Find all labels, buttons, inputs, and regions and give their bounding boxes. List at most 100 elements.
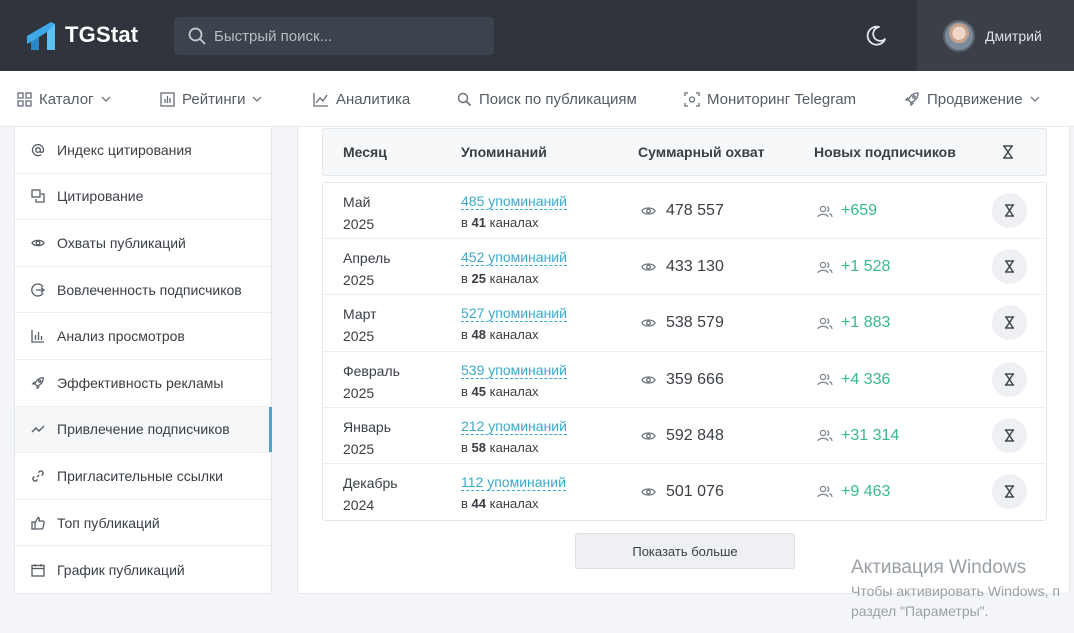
row-action-button[interactable] <box>992 417 1027 453</box>
chevron-down-icon <box>101 96 111 102</box>
reach-value: 359 666 <box>666 370 724 388</box>
nav-promotion[interactable]: Продвижение <box>904 71 1040 127</box>
channels-prefix: в <box>461 383 468 399</box>
quick-search[interactable] <box>174 17 494 55</box>
month-cell: Январь 2025 <box>343 416 433 460</box>
channels-suffix: каналах <box>489 383 539 399</box>
month-name: Январь <box>343 418 391 435</box>
month-name: Май <box>343 194 371 210</box>
nav-ratings[interactable]: Рейтинги <box>160 71 262 127</box>
hourglass-icon <box>1004 316 1015 330</box>
moon-icon[interactable] <box>864 24 888 48</box>
sidebar-item-label: Вовлеченность подписчиков <box>57 281 242 298</box>
channels-number: 58 <box>471 439 486 455</box>
logo[interactable]: TGStat <box>25 18 138 52</box>
channels-count: в 44 каналах <box>461 493 566 514</box>
mentions-link[interactable]: 112 упоминаний <box>461 473 566 491</box>
sidebar-item-engagement[interactable]: Вовлеченность подписчиков <box>15 267 271 314</box>
channels-prefix: в <box>461 495 468 511</box>
mentions-link[interactable]: 527 упоминаний <box>461 305 567 323</box>
sidebar-item-citation-index[interactable]: Индекс цитирования <box>15 127 271 174</box>
sidebar-item-label: Эффективность рекламы <box>57 374 224 391</box>
trend-icon <box>31 425 45 433</box>
bar-chart-icon <box>31 330 44 343</box>
sidebar-item-citation[interactable]: Цитирование <box>15 174 271 221</box>
sidebar-item-invite-links[interactable]: Пригласительные ссылки <box>15 453 271 500</box>
mentions-link[interactable]: 539 упоминаний <box>461 361 567 379</box>
table-header: Месяц Упоминаний Суммарный охват Новых п… <box>322 128 1047 176</box>
row-action-button[interactable] <box>992 473 1027 509</box>
nav-monitoring[interactable]: Мониторинг Telegram <box>684 71 856 127</box>
eye-icon <box>641 375 656 384</box>
hourglass-icon <box>1004 260 1015 273</box>
nav-post-search[interactable]: Поиск по публикациям <box>457 71 637 127</box>
eye-icon <box>31 239 45 247</box>
at-icon <box>31 143 45 156</box>
table-row: Январь 2025 212 упоминаний в 58 каналах 592 … <box>323 408 1046 464</box>
table-row: Май 2025 485 упоминаний в 41 каналах 478 557… <box>323 183 1046 240</box>
row-action-button[interactable] <box>992 193 1027 228</box>
month-cell: Декабрь 2024 <box>343 472 433 516</box>
channels-prefix: в <box>461 271 468 287</box>
column-reach: Суммарный охват <box>638 144 765 160</box>
content-panel: Месяц Упоминаний Суммарный охват Новых п… <box>297 127 1070 594</box>
mentions-cell: 539 упоминаний в 45 каналах <box>461 360 567 402</box>
hourglass-icon <box>1003 145 1013 159</box>
channels-count: в 25 каналах <box>461 268 567 289</box>
search-input[interactable] <box>214 27 484 45</box>
month-year: 2025 <box>343 216 375 232</box>
column-mentions: Упоминаний <box>461 144 547 160</box>
sidebar-item-label: Охваты публикаций <box>57 234 186 251</box>
mentions-link[interactable]: 212 упоминаний <box>461 417 567 435</box>
eye-icon <box>641 432 656 440</box>
nav-catalog[interactable]: Каталог <box>17 71 111 127</box>
column-month: Месяц <box>343 144 387 160</box>
sidebar-item-views-analysis[interactable]: Анализ просмотров <box>15 313 271 360</box>
month-year: 2025 <box>343 272 375 289</box>
sidebar-item-post-schedule[interactable]: График публикаций <box>15 546 271 593</box>
table-body: Май 2025 485 упоминаний в 41 каналах 478 557… <box>322 182 1047 521</box>
sidebar-item-ad-efficiency[interactable]: Эффективность рекламы <box>15 360 271 407</box>
users-icon <box>817 317 833 330</box>
reach-cell: 501 076 <box>641 464 724 520</box>
row-action-button[interactable] <box>992 305 1027 341</box>
row-action-button[interactable] <box>992 361 1027 397</box>
mentions-link[interactable]: 452 упоминаний <box>461 249 567 267</box>
sidebar-item-top-posts[interactable]: Топ публикаций <box>15 500 271 547</box>
scan-icon <box>684 91 700 107</box>
mentions-cell: 212 упоминаний в 58 каналах <box>461 416 567 458</box>
subscribers-cell: +1 883 <box>817 295 890 351</box>
link-icon <box>32 470 44 482</box>
mentions-link[interactable]: 485 упоминаний <box>461 193 567 210</box>
line-chart-icon <box>313 92 328 107</box>
channels-number: 41 <box>471 215 486 230</box>
sidebar-item-subscriber-acquisition[interactable]: Привлечение подписчиков <box>15 406 272 454</box>
rocket-icon <box>31 376 44 390</box>
hourglass-icon <box>1004 429 1015 442</box>
table-row: Декабрь 2024 112 упоминаний в 44 каналах 501… <box>323 464 1046 520</box>
sidebar-item-label: График публикаций <box>57 561 185 578</box>
table-row: Февраль 2025 539 упоминаний в 45 каналах 359… <box>323 352 1046 408</box>
subscribers-value: +1 528 <box>841 258 891 276</box>
reach-value: 478 557 <box>666 202 724 219</box>
windows-watermark-line2: раздел "Параметры". <box>851 603 989 619</box>
channels-prefix: в <box>461 327 468 343</box>
month-cell: Март 2025 <box>343 303 433 347</box>
row-action-button[interactable] <box>992 249 1027 285</box>
nav-analytics[interactable]: Аналитика <box>313 71 410 127</box>
reach-value: 501 076 <box>666 482 724 500</box>
show-more-button[interactable]: Показать больше <box>575 533 795 569</box>
sidebar-item-post-reach[interactable]: Охваты публикаций <box>15 220 271 267</box>
logo-icon <box>27 22 55 50</box>
month-year: 2025 <box>343 440 375 457</box>
subscribers-value: +4 336 <box>841 370 891 388</box>
month-year: 2025 <box>343 384 375 401</box>
subscribers-value: +1 883 <box>841 314 891 332</box>
channels-suffix: каналах <box>489 215 539 230</box>
mentions-cell: 452 упоминаний в 25 каналах <box>461 247 567 289</box>
grid-icon <box>17 91 32 107</box>
user-menu[interactable]: Дмитрий <box>917 0 1074 71</box>
subscribers-cell: +31 314 <box>817 408 899 464</box>
nav-label: Аналитика <box>336 90 411 108</box>
sidebar-item-label: Привлечение подписчиков <box>57 421 230 438</box>
